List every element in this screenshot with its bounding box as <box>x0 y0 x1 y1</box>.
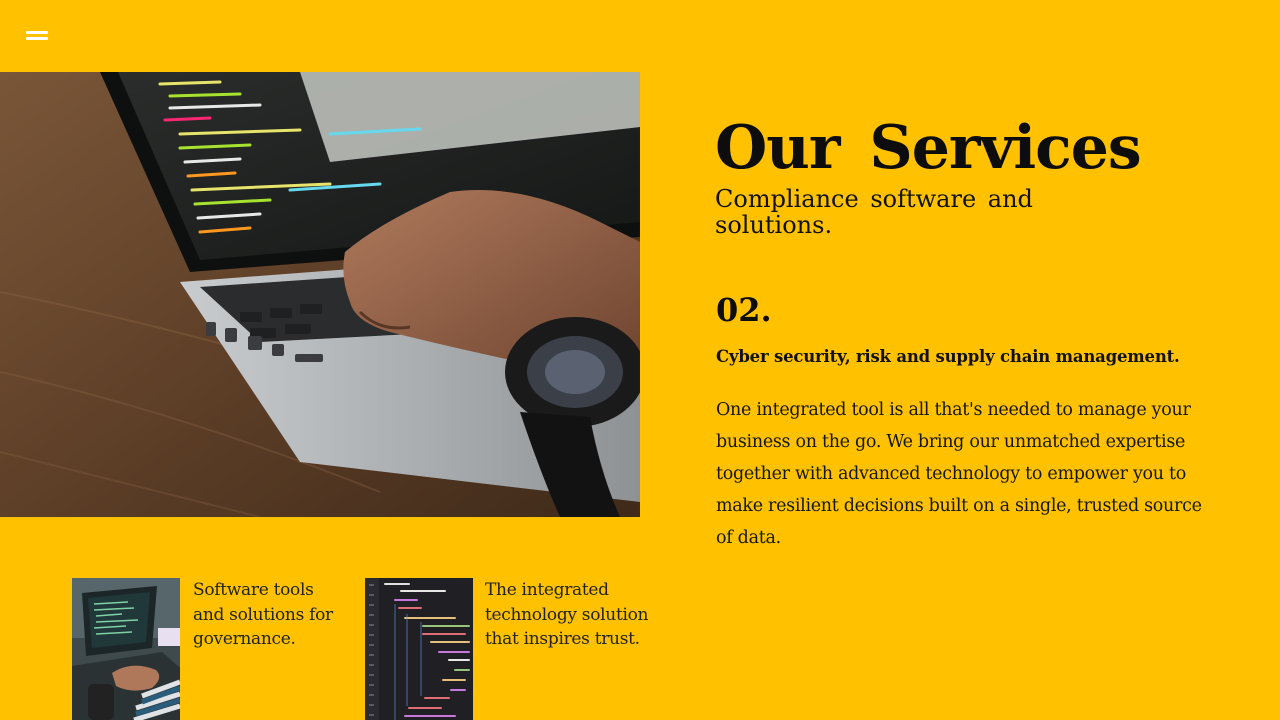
service-number: 02. <box>716 291 772 329</box>
laptop-photo-illustration <box>0 72 640 517</box>
code-on-screen-photo <box>365 578 473 720</box>
menu-line-bottom <box>26 37 48 40</box>
service-card-trust[interactable]: The integrated technology solution that … <box>365 578 655 720</box>
card-text-trust: The integrated technology solution that … <box>485 580 649 649</box>
service-heading: Cyber security, risk and supply chain ma… <box>716 347 1180 366</box>
person-at-laptop-photo <box>72 578 180 720</box>
hero-image <box>0 72 640 517</box>
page: Our Services Compliance software and sol… <box>0 0 1280 720</box>
card-text-governance: Software tools and solutions for governa… <box>193 580 333 649</box>
hamburger-menu-icon[interactable] <box>22 26 52 46</box>
services-title: Our Services <box>715 113 1142 183</box>
card-thumbnail-person-laptop <box>72 578 180 720</box>
menu-line-top <box>26 31 48 34</box>
service-card-governance[interactable]: Software tools and solutions for governa… <box>72 578 347 720</box>
card-thumbnail-code <box>365 578 473 720</box>
service-description: One integrated tool is all that's needed… <box>716 400 1202 548</box>
services-subtitle: Compliance software and solutions. <box>715 185 1033 239</box>
